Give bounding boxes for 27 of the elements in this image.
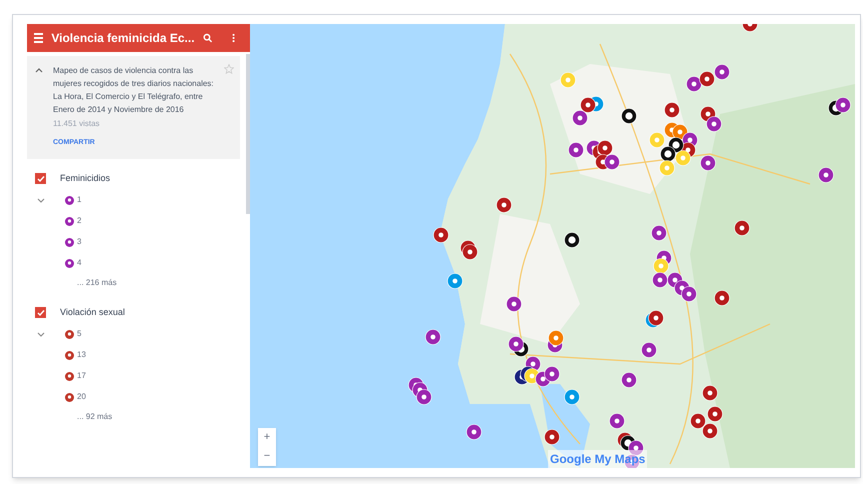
zoom-in-button[interactable]: + (258, 428, 276, 447)
star-icon[interactable] (224, 64, 234, 74)
expand-chevron-icon[interactable] (37, 198, 45, 202)
feature-label[interactable]: 17 (77, 370, 86, 382)
feature-label[interactable]: 3 (77, 236, 82, 248)
more-options-icon[interactable] (232, 32, 236, 44)
menu-icon[interactable] (34, 33, 44, 43)
map-title: Violencia feminicida Ec... (51, 30, 195, 47)
expand-chevron-icon[interactable] (37, 332, 45, 336)
feature-label[interactable]: 2 (77, 215, 82, 227)
feature-label[interactable]: 5 (77, 328, 82, 340)
layer-checkbox[interactable] (35, 307, 46, 318)
layer-checkbox[interactable] (35, 173, 46, 184)
feature-label[interactable]: 4 (77, 257, 82, 269)
layer-name[interactable]: Violación sexual (60, 306, 125, 320)
layer-name[interactable]: Feminicidios (60, 172, 110, 186)
collapse-chevron-icon[interactable] (35, 68, 43, 73)
more-features-link[interactable]: ... 216 más (77, 276, 117, 288)
feature-label[interactable]: 13 (77, 349, 86, 361)
search-icon[interactable] (202, 32, 212, 44)
feature-label[interactable]: 1 (77, 194, 82, 206)
more-features-link[interactable]: ... 92 más (77, 410, 112, 422)
feature-label[interactable]: 20 (77, 391, 86, 403)
view-count: 11.451 vistas (53, 118, 101, 130)
zoom-out-button[interactable]: − (258, 447, 276, 466)
map-logo: Google My Maps (548, 450, 648, 468)
map-description: Mapeo de casos de violencia contra las mujeres recogidos de tres diarios nacionales: La Hora, El Comercio y El Telégrafo, entre Enero de 2014 y Noviembre de 2016 (53, 65, 214, 116)
